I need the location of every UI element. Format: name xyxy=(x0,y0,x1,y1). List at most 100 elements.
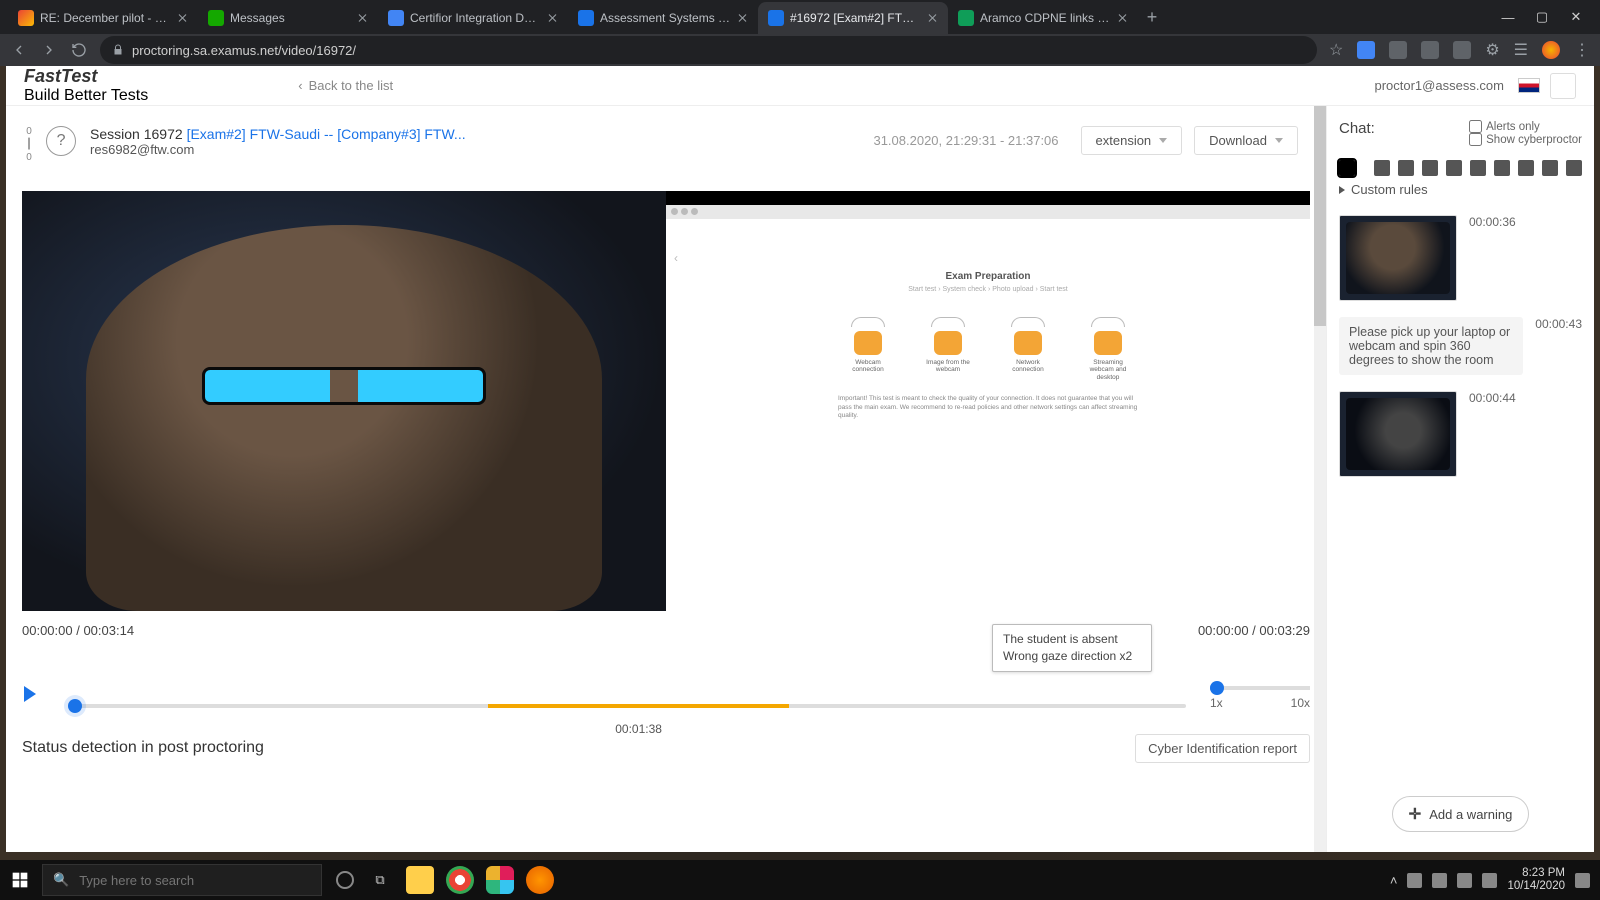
chrome-icon[interactable] xyxy=(446,866,474,894)
flag-type-icon[interactable] xyxy=(1542,160,1558,176)
checkbox[interactable] xyxy=(1469,120,1482,133)
extensions-icon[interactable]: ⚙ xyxy=(1485,40,1499,60)
flag-tooltip: The student is absent Wrong gaze directi… xyxy=(992,624,1152,672)
taker-email: res6982@ftw.com xyxy=(90,142,466,157)
task-view-icon[interactable]: ⧉ xyxy=(366,866,394,894)
webcam-timecode: 00:00:00 / 00:03:14 xyxy=(22,623,651,638)
close-icon[interactable] xyxy=(928,13,938,23)
profile-avatar-icon[interactable] xyxy=(1542,41,1560,59)
forward-button[interactable] xyxy=(40,41,58,59)
reading-list-icon[interactable]: ☰ xyxy=(1514,40,1528,60)
ext-icon[interactable] xyxy=(1389,41,1407,59)
speed-thumb[interactable] xyxy=(1210,681,1224,695)
plus-icon: ✛ xyxy=(1409,805,1422,823)
session-index: 0┃0 xyxy=(26,126,32,163)
custom-rules-toggle[interactable]: Custom rules xyxy=(1339,182,1582,197)
back-to-list-link[interactable]: ‹ Back to the list xyxy=(298,78,393,93)
flag-type-icon[interactable] xyxy=(1422,160,1438,176)
reload-button[interactable] xyxy=(70,41,88,59)
scrollbar-track[interactable] xyxy=(1314,106,1326,852)
tab-assessment[interactable]: Assessment Systems Corporation xyxy=(568,2,758,34)
video-player[interactable]: ‹ Exam Preparation Start test › System c… xyxy=(22,191,1310,611)
speed-slider[interactable]: 1x 10x xyxy=(1210,678,1310,710)
tab-sheets[interactable]: Aramco CDPNE links and codes xyxy=(948,2,1138,34)
flag-type-icon[interactable] xyxy=(1374,160,1390,176)
exam-link[interactable]: [Exam#2] FTW-Saudi -- [Company#3] FTW... xyxy=(187,126,466,142)
checkbox[interactable] xyxy=(1469,133,1482,146)
onedrive-icon[interactable] xyxy=(1407,873,1422,888)
ext-icon[interactable] xyxy=(1453,41,1471,59)
close-icon[interactable] xyxy=(738,13,748,23)
chat-header: Chat: Alerts only Show cyberproctor xyxy=(1339,120,1582,146)
session-header: 0┃0 ? Session 16972 [Exam#2] FTW-Saudi -… xyxy=(6,106,1326,173)
slack-icon[interactable] xyxy=(486,866,514,894)
help-icon[interactable]: ? xyxy=(46,126,76,156)
logo-subtitle: Build Better Tests xyxy=(24,87,148,104)
close-icon[interactable] xyxy=(178,13,188,23)
new-tab-button[interactable]: + xyxy=(1138,0,1166,34)
battery-icon[interactable] xyxy=(1482,873,1497,888)
close-icon[interactable] xyxy=(548,13,558,23)
window-close-icon[interactable]: ✕ xyxy=(1570,11,1582,23)
cortana-icon[interactable] xyxy=(336,871,354,889)
wifi-icon[interactable] xyxy=(1432,873,1447,888)
seek-thumb[interactable] xyxy=(68,699,82,713)
tab-gmail[interactable]: RE: December pilot - nate@asses xyxy=(8,2,198,34)
download-dropdown[interactable]: Download xyxy=(1194,126,1298,155)
taskbar-search-input[interactable] xyxy=(79,873,311,888)
print-button[interactable] xyxy=(1550,73,1576,99)
mac-titlebar xyxy=(666,205,1310,219)
alerts-only-toggle[interactable]: Alerts only xyxy=(1469,120,1582,133)
file-explorer-icon[interactable] xyxy=(406,866,434,894)
snapshot-thumb[interactable] xyxy=(1339,391,1457,477)
scrollbar-thumb[interactable] xyxy=(1314,106,1326,326)
maximize-icon[interactable]: ▢ xyxy=(1536,11,1548,23)
language-flag-icon[interactable] xyxy=(1518,78,1540,93)
kebab-menu-icon[interactable]: ⋮ xyxy=(1574,40,1590,60)
download-label: Download xyxy=(1209,133,1267,148)
flag-all-icon[interactable] xyxy=(1339,160,1355,176)
search-icon: 🔍 xyxy=(53,872,69,888)
tab-docs[interactable]: Certifior Integration Details - Go xyxy=(378,2,568,34)
candidate-silhouette xyxy=(86,225,601,611)
extension-dropdown[interactable]: extension xyxy=(1081,126,1183,155)
chat-snapshot[interactable]: 00:00:36 xyxy=(1339,215,1582,301)
taskbar-search[interactable]: 🔍 xyxy=(42,864,322,896)
triangle-right-icon xyxy=(1339,186,1345,194)
back-button[interactable] xyxy=(10,41,28,59)
add-warning-button[interactable]: ✛ Add a warning xyxy=(1392,796,1530,832)
ext-icon[interactable] xyxy=(1357,41,1375,59)
tab-title: Assessment Systems Corporation xyxy=(600,11,732,25)
volume-icon[interactable] xyxy=(1457,873,1472,888)
firefox-icon[interactable] xyxy=(526,866,554,894)
flagged-segment xyxy=(488,704,789,708)
stream-check-icon: Streaming webcam and desktop xyxy=(1085,317,1131,381)
flag-type-icon[interactable] xyxy=(1494,160,1510,176)
minimize-icon[interactable]: — xyxy=(1502,11,1514,23)
chat-snapshot[interactable]: 00:00:44 xyxy=(1339,391,1582,477)
seek-slider[interactable]: 00:01:38 xyxy=(48,696,1206,716)
star-icon[interactable]: ☆ xyxy=(1329,40,1343,60)
close-icon[interactable] xyxy=(358,13,368,23)
flag-type-icon[interactable] xyxy=(1470,160,1486,176)
flag-type-icon[interactable] xyxy=(1566,160,1582,176)
flag-type-icon[interactable] xyxy=(1398,160,1414,176)
tab-strip: RE: December pilot - nate@asses Messages… xyxy=(0,0,1484,34)
taskbar-clock[interactable]: 8:23 PM 10/14/2020 xyxy=(1507,867,1565,893)
snapshot-thumb[interactable] xyxy=(1339,215,1457,301)
mac-max-icon xyxy=(691,208,698,215)
tray-chevron-icon[interactable]: ˄ xyxy=(1390,873,1398,888)
ext-icon[interactable] xyxy=(1421,41,1439,59)
close-icon[interactable] xyxy=(1118,13,1128,23)
tab-proctoring-active[interactable]: #16972 [Exam#2] FTW-Saudi -- xyxy=(758,2,948,34)
tab-messages[interactable]: Messages xyxy=(198,2,378,34)
notifications-icon[interactable] xyxy=(1575,873,1590,888)
status-row: Status detection in post proctoring Cybe… xyxy=(6,716,1326,769)
flag-type-icon[interactable] xyxy=(1518,160,1534,176)
url-field[interactable]: proctoring.sa.examus.net/video/16972/ xyxy=(100,36,1317,64)
play-button[interactable] xyxy=(24,686,36,702)
flag-type-icon[interactable] xyxy=(1446,160,1462,176)
cyber-id-report-button[interactable]: Cyber Identification report xyxy=(1135,734,1310,763)
start-button[interactable] xyxy=(0,872,40,888)
show-cyberproctor-toggle[interactable]: Show cyberproctor xyxy=(1469,133,1582,146)
